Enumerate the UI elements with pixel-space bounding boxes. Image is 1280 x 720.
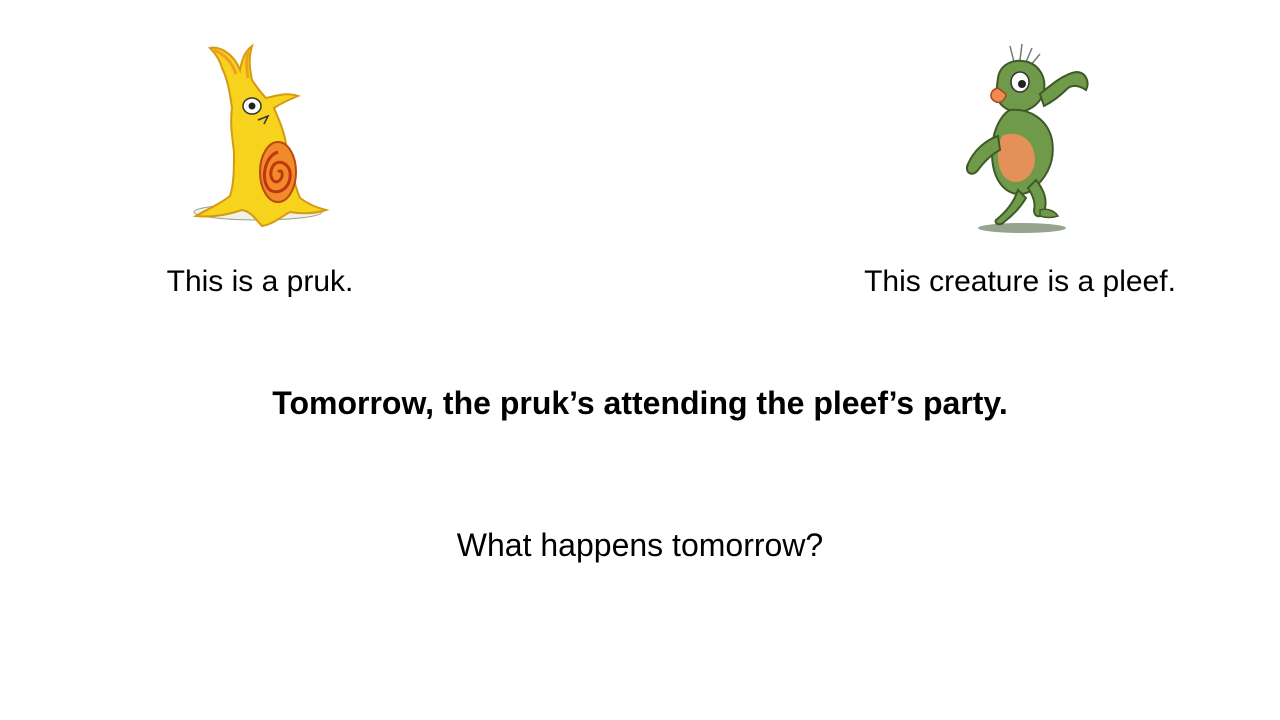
- pleef-creature-illustration: [940, 40, 1095, 240]
- pruk-caption: This is a pruk.: [166, 265, 354, 298]
- pruk-creature-illustration: [186, 40, 336, 235]
- yellow-snail-creature-icon: [192, 43, 330, 228]
- slide: This is a pruk. This creature is a pleef…: [0, 0, 1280, 720]
- green-lizard-creature-icon: [966, 43, 1089, 233]
- statement-text: Tomorrow, the pruk’s attending the pleef…: [272, 385, 1008, 421]
- pleef-caption: This creature is a pleef.: [864, 265, 1176, 298]
- question-text: What happens tomorrow?: [456, 527, 824, 563]
